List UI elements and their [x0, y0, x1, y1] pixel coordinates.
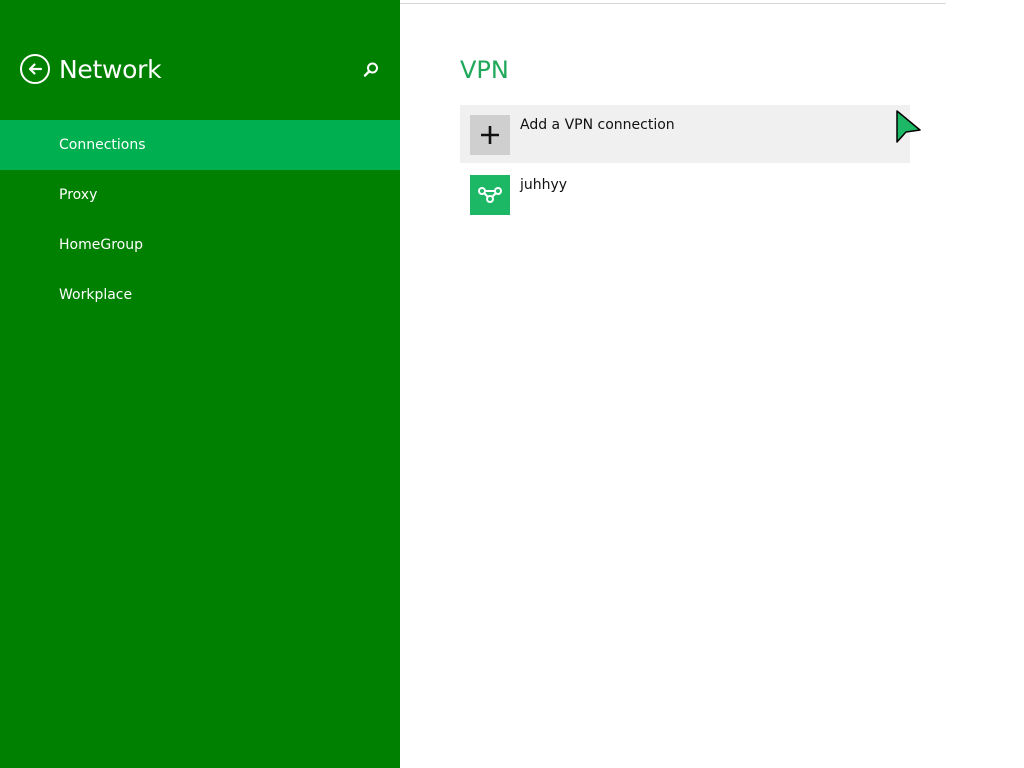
- search-button[interactable]: [362, 61, 380, 79]
- mouse-cursor-icon: [896, 110, 922, 144]
- vpn-section-title: VPN: [460, 56, 509, 84]
- sidebar-item-proxy[interactable]: Proxy: [0, 170, 400, 220]
- sidebar-item-connections[interactable]: Connections: [0, 120, 400, 170]
- sidebar-nav: Connections Proxy HomeGroup Workplace: [0, 120, 400, 320]
- vpn-connection-item[interactable]: juhhyy: [460, 168, 910, 224]
- add-vpn-connection-label: Add a VPN connection: [520, 117, 675, 133]
- sidebar-item-homegroup[interactable]: HomeGroup: [0, 220, 400, 270]
- add-vpn-connection-button[interactable]: Add a VPN connection: [460, 105, 910, 163]
- vpn-connection-tile: [470, 175, 510, 215]
- back-arrow-icon: [28, 63, 43, 75]
- vpn-connection-name: juhhyy: [520, 177, 568, 193]
- search-icon: [363, 62, 378, 77]
- add-vpn-tile: [470, 115, 510, 155]
- sidebar-item-workplace[interactable]: Workplace: [0, 270, 400, 320]
- back-button[interactable]: [20, 54, 50, 84]
- vpn-connection-icon: [478, 187, 502, 203]
- page-title: Network: [59, 54, 162, 84]
- sidebar: Network Connections Proxy HomeGroup Work…: [0, 0, 400, 768]
- plus-icon: [481, 126, 499, 144]
- sidebar-header: Network: [20, 54, 162, 84]
